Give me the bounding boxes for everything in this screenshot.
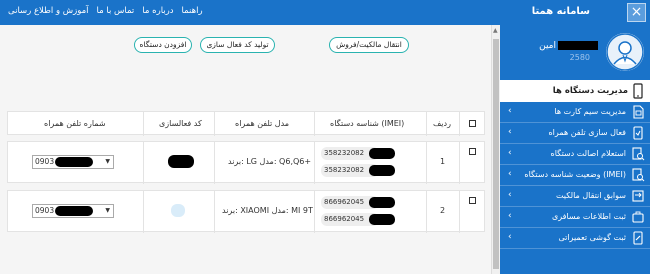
sidebar: امین 2580 مدیریت دستگاه ها مدیریت سیم کا… (500, 25, 650, 274)
redaction (558, 41, 598, 50)
sidebar-item-transfer-history[interactable]: سوابق انتقال مالکیت ‹ (500, 186, 650, 207)
sidebar-item-repair-phone[interactable]: ثبت گوشی تعمیراتی ‹ (500, 228, 650, 249)
imei-value: 358232082 (321, 164, 395, 177)
sim-icon (633, 105, 644, 119)
sidebar-item-phone-activation[interactable]: فعال سازی تلفن همراه ‹ (500, 123, 650, 144)
sidebar-item-label: وضعیت شناسه دستگاه (IMEI) (524, 170, 626, 179)
imei-value: 866962045 (321, 213, 395, 226)
user-name: امین (539, 41, 598, 51)
chevron-left-icon: ‹ (508, 190, 512, 200)
avatar (606, 33, 644, 71)
chevron-left-icon: ‹ (508, 232, 512, 242)
imei-value: 866962045 (321, 196, 395, 209)
phone-number-select[interactable]: 0903 ▼ (32, 155, 114, 169)
phone-icon (633, 83, 643, 99)
search-doc-icon (632, 168, 645, 182)
sidebar-item-traveler-info[interactable]: ثبت اطلاعات مسافری ‹ (500, 207, 650, 228)
activation-code-empty (171, 204, 185, 217)
sidebar-item-label: مدیریت دستگاه ها (552, 86, 628, 96)
sidebar-item-label: ثبت اطلاعات مسافری (551, 212, 626, 221)
phone-check-icon (633, 126, 643, 140)
app-title: سامانه همتا (531, 6, 590, 17)
sidebar-item-label: سوابق انتقال مالکیت (555, 191, 626, 200)
chevron-left-icon: ‹ (508, 106, 512, 116)
chevron-left-icon: ‹ (508, 148, 512, 158)
row-number: 2 (440, 206, 446, 215)
sidebar-item-label: استعلام اصالت دستگاه (550, 149, 626, 158)
suitcase-icon (632, 211, 644, 223)
user-id: 2580 (569, 53, 590, 62)
main-content: انتقال مالکیت/فروش تولید کد فعال سازی اف… (0, 25, 490, 274)
header-model: مدل تلفن همراه (235, 119, 290, 128)
nav-contact[interactable]: تماس با ما (97, 6, 135, 16)
sidebar-item-label: مدیریت سیم کارت ها (554, 107, 626, 116)
user-profile: امین 2580 (500, 25, 650, 80)
sidebar-item-device-management[interactable]: مدیریت دستگاه ها (500, 80, 650, 102)
sidebar-item-authenticity-check[interactable]: استعلام اصالت دستگاه ‹ (500, 144, 650, 165)
table-row: 2 866962045 866962045 برند: XIAOMI مدل: … (7, 190, 485, 233)
dropdown-arrow-icon: ▼ (105, 158, 110, 165)
top-nav: راهنما درباره ما تماس با ما آموزش و اطلا… (8, 6, 203, 16)
chevron-left-icon: ‹ (508, 127, 512, 137)
nav-about[interactable]: درباره ما (142, 6, 173, 16)
device-model: برند: LG مدل: Q6,Q6+ (228, 157, 312, 166)
redaction (369, 214, 395, 225)
row-checkbox[interactable] (469, 197, 476, 204)
table-row: 1 358232082 358232082 برند: LG مدل: Q6,Q… (7, 141, 485, 184)
sidebar-item-sim-management[interactable]: مدیریت سیم کارت ها ‹ (500, 102, 650, 123)
nav-help[interactable]: راهنما (182, 6, 203, 16)
select-all-checkbox[interactable] (469, 120, 476, 127)
header-imei: شناسه دستگاه (IMEI) (330, 119, 405, 128)
scroll-up-icon[interactable]: ▲ (493, 27, 498, 34)
user-avatar-icon (606, 33, 644, 71)
device-model: برند: XIAOMI مدل: MI 9T (222, 206, 313, 215)
close-icon: × (630, 4, 643, 20)
header-phone: شماره تلفن همراه (44, 119, 106, 128)
generate-code-button[interactable]: تولید کد فعال سازی (200, 37, 275, 53)
nav-education[interactable]: آموزش و اطلاع رسانی (8, 6, 89, 16)
add-device-button[interactable]: افزودن دستگاه (134, 37, 192, 53)
search-doc-icon (632, 147, 645, 161)
main-scrollbar[interactable]: ▲ (491, 25, 500, 274)
scroll-thumb[interactable] (493, 39, 499, 269)
phone-number-select[interactable]: 0903 ▼ (32, 204, 114, 218)
row-checkbox[interactable] (469, 148, 476, 155)
sidebar-item-label: فعال سازی تلفن همراه (548, 128, 626, 137)
redaction (369, 148, 395, 159)
redaction (55, 157, 93, 167)
wrench-phone-icon (633, 231, 643, 245)
chevron-left-icon: ‹ (508, 169, 512, 179)
header-code: کد فعالسازی (159, 119, 202, 128)
transfer-ownership-button[interactable]: انتقال مالکیت/فروش (329, 37, 409, 53)
close-button[interactable]: × (627, 3, 646, 22)
top-bar: × سامانه همتا راهنما درباره ما تماس با م… (0, 0, 650, 25)
row-number: 1 (440, 157, 446, 166)
header-row: ردیف (433, 119, 451, 128)
activation-code-redacted (168, 155, 194, 168)
redaction (55, 206, 93, 216)
dropdown-arrow-icon: ▼ (105, 207, 110, 214)
sidebar-item-imei-status[interactable]: وضعیت شناسه دستگاه (IMEI) ‹ (500, 165, 650, 186)
table-header: ردیف شناسه دستگاه (IMEI) مدل تلفن همراه … (7, 111, 485, 136)
sidebar-item-label: ثبت گوشی تعمیراتی (558, 233, 626, 242)
redaction (369, 197, 395, 208)
imei-value: 358232082 (321, 147, 395, 160)
chevron-left-icon: ‹ (508, 211, 512, 221)
redaction (369, 165, 395, 176)
transfer-icon (632, 190, 644, 202)
